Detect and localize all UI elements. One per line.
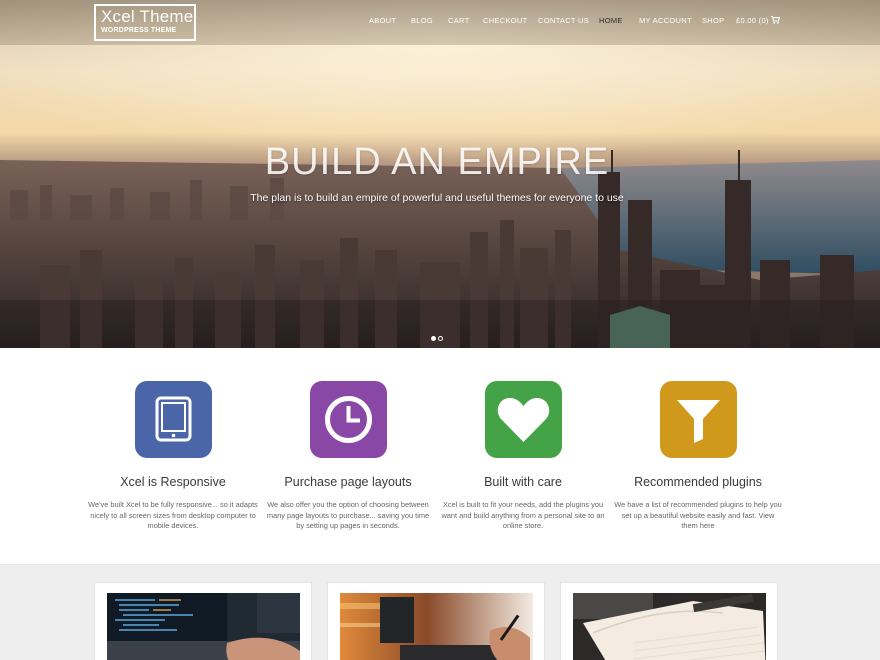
feature-icon-box — [135, 381, 212, 458]
slider-dot-2[interactable] — [438, 336, 443, 341]
feature-description: We also offer you the option of choosing… — [266, 500, 430, 531]
feature-title: Xcel is Responsive — [120, 475, 226, 489]
post-thumbnail[interactable] — [573, 593, 766, 660]
post-card[interactable] — [560, 582, 778, 660]
hero-slider: Xcel Theme WORDPRESS THEME ABOUT BLOG CA… — [0, 0, 880, 348]
feature-title: Built with care — [484, 475, 562, 489]
feature-description: Xcel is built to fit your needs, add the… — [441, 500, 605, 531]
heart-icon — [497, 398, 550, 442]
main-navigation: ABOUT BLOG CART CHECKOUT CONTACT US HOME… — [0, 16, 880, 28]
tablet-icon — [155, 396, 192, 442]
feature-title: Recommended plugins — [634, 475, 762, 489]
post-thumbnail[interactable] — [107, 593, 300, 660]
drawing-tablet-photo — [340, 593, 533, 660]
nav-item-blog[interactable]: BLOG — [411, 16, 433, 25]
laptop-code-photo — [107, 593, 300, 660]
nav-item-contact-us[interactable]: CONTACT US — [538, 16, 589, 25]
clock-icon — [325, 396, 372, 443]
hero-title: BUILD AN EMPIRE — [264, 141, 610, 183]
post-thumbnail[interactable] — [340, 593, 533, 660]
feature-icon-box — [485, 381, 562, 458]
shopping-cart-icon — [770, 16, 780, 24]
nav-item-cart[interactable]: CART — [448, 16, 469, 25]
notebook-photo — [573, 593, 766, 660]
feature-description: We've built Xcel to be fully responsive.… — [88, 500, 258, 531]
nav-item-about[interactable]: ABOUT — [369, 16, 396, 25]
feature-title: Purchase page layouts — [284, 475, 412, 489]
filter-icon — [677, 400, 720, 443]
nav-cart-total[interactable]: £0.00 (0) — [736, 16, 780, 25]
hero-subtitle: The plan is to build an empire of powerf… — [250, 192, 624, 204]
nav-item-checkout[interactable]: CHECKOUT — [483, 16, 528, 25]
cart-total-text: £0.00 (0) — [736, 16, 769, 25]
feature-icon-box — [310, 381, 387, 458]
recent-posts-section — [0, 564, 880, 660]
nav-item-my-account[interactable]: MY ACCOUNT — [639, 16, 692, 25]
features-section: Xcel is Responsive We've built Xcel to b… — [0, 348, 880, 564]
feature-icon-box — [660, 381, 737, 458]
slider-dot-1[interactable] — [431, 336, 436, 341]
post-card[interactable] — [94, 582, 312, 660]
feature-description[interactable]: We have a list of recommended plugins to… — [613, 500, 783, 532]
post-card[interactable] — [327, 582, 545, 660]
slider-pagination — [431, 336, 445, 342]
nav-item-home[interactable]: HOME — [599, 16, 623, 25]
nav-item-shop[interactable]: SHOP — [702, 16, 724, 25]
